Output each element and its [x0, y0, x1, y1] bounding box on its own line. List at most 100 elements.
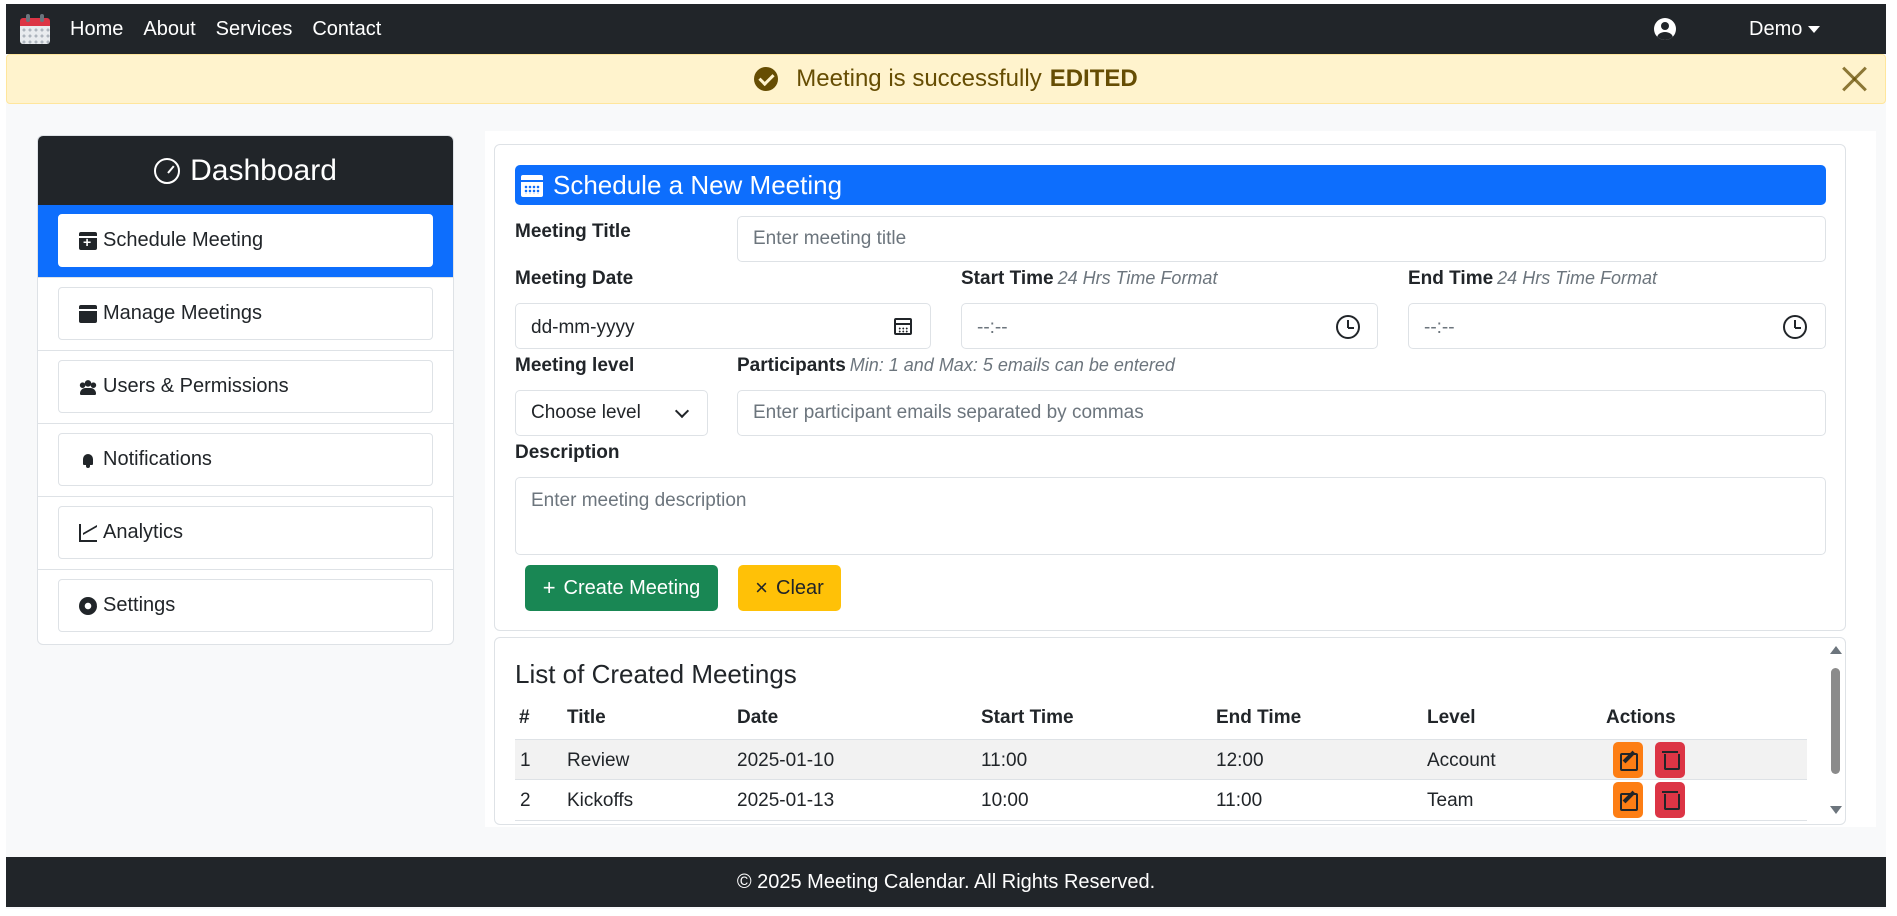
- sidebar-item-analytics: Analytics: [38, 497, 453, 570]
- participants-input[interactable]: [737, 390, 1826, 436]
- start-time-hint: 24 Hrs Time Format: [1057, 268, 1218, 288]
- column-header: #: [519, 707, 530, 728]
- start-time-label-text: Start Time: [961, 268, 1054, 289]
- manage-meetings-button[interactable]: Manage Meetings: [58, 287, 433, 340]
- nav-about-link[interactable]: About: [143, 18, 195, 41]
- description-label: Description: [515, 442, 620, 463]
- start-time-label: Start Time 24 Hrs Time Format: [961, 268, 1217, 290]
- clock-icon[interactable]: [1336, 315, 1360, 339]
- user-circle-icon[interactable]: [1654, 18, 1676, 40]
- sidebar-item-label: Settings: [103, 594, 176, 616]
- table-scrollbar[interactable]: [1827, 640, 1843, 820]
- users-permissions-button[interactable]: Users & Permissions: [58, 360, 433, 413]
- settings-button[interactable]: Settings: [58, 579, 433, 632]
- scroll-down-arrow-icon[interactable]: [1830, 806, 1842, 814]
- sidebar: Dashboard Schedule Meeting Manage Meetin…: [37, 135, 454, 645]
- trash-icon[interactable]: [1655, 782, 1685, 818]
- form-header: Schedule a New Meeting: [515, 165, 1826, 205]
- end-time-input[interactable]: --:--: [1408, 303, 1826, 349]
- sidebar-item-label: Analytics: [103, 521, 184, 543]
- scrollbar-thumb[interactable]: [1831, 668, 1840, 774]
- alert-message: Meeting is successfully: [796, 65, 1042, 92]
- table-row: 2 Kickoffs 2025-01-13 10:00 11:00 Team: [515, 780, 1807, 821]
- edit-icon[interactable]: [1613, 782, 1643, 818]
- notifications-button[interactable]: Notifications: [58, 433, 433, 486]
- cell-level: Team: [1427, 790, 1474, 811]
- cell-date: 2025-01-13: [737, 790, 835, 811]
- nav-services-link[interactable]: Services: [216, 18, 293, 41]
- clear-button[interactable]: × Clear: [738, 565, 841, 611]
- meeting-title-input[interactable]: [737, 216, 1826, 262]
- sidebar-item-label: Users & Permissions: [103, 375, 289, 397]
- meeting-date-label: Meeting Date: [515, 268, 634, 289]
- cell-num: 2: [520, 790, 531, 811]
- meeting-title-label: Meeting Title: [515, 221, 631, 242]
- users-icon: [79, 377, 97, 396]
- chevron-down-icon: [674, 403, 690, 419]
- user-name: Demo: [1749, 18, 1803, 40]
- calendar-picker-icon[interactable]: [894, 318, 912, 335]
- edit-icon[interactable]: [1613, 742, 1643, 778]
- sidebar-item-label: Manage Meetings: [103, 302, 262, 324]
- column-header: End Time: [1216, 707, 1302, 728]
- column-header: Title: [567, 707, 606, 728]
- cell-title: Review: [567, 750, 630, 771]
- plus-icon: +: [542, 575, 556, 600]
- alert-emphasis: EDITED: [1049, 65, 1138, 92]
- start-time-value: --:--: [977, 317, 1008, 338]
- calendar-logo-icon[interactable]: [20, 14, 50, 44]
- caret-down-icon: [1808, 26, 1821, 33]
- footer-text: © 2025 Meeting Calendar. All Rights Rese…: [736, 870, 1156, 893]
- description-textarea[interactable]: [515, 477, 1826, 555]
- success-alert: Meeting is successfully EDITED: [6, 54, 1886, 104]
- end-time-label-text: End Time: [1408, 268, 1494, 289]
- calendar-icon: [79, 304, 97, 323]
- cell-start: 10:00: [981, 790, 1029, 811]
- top-navbar: Home About Services Contact Demo: [6, 4, 1886, 54]
- meeting-level-label: Meeting level: [515, 355, 635, 376]
- column-header: Start Time: [981, 707, 1074, 728]
- clock-icon[interactable]: [1783, 315, 1807, 339]
- start-time-input[interactable]: --:--: [961, 303, 1378, 349]
- user-dropdown[interactable]: Demo: [1749, 18, 1821, 41]
- column-header: Level: [1427, 707, 1476, 728]
- create-meeting-button[interactable]: + Create Meeting: [525, 565, 718, 611]
- sidebar-item-label: Schedule Meeting: [103, 229, 264, 251]
- cell-date: 2025-01-10: [737, 750, 835, 771]
- clear-label: Clear: [776, 576, 824, 599]
- column-header: Date: [737, 707, 779, 728]
- level-selected-value: Choose level: [531, 402, 641, 423]
- sidebar-item-manage-meetings: Manage Meetings: [38, 278, 453, 351]
- cell-start: 11:00: [981, 750, 1028, 771]
- end-time-label: End Time 24 Hrs Time Format: [1408, 268, 1657, 290]
- end-time-value: --:--: [1424, 317, 1455, 338]
- cell-level: Account: [1427, 750, 1496, 771]
- nav-contact-link[interactable]: Contact: [312, 18, 381, 41]
- form-header-title: Schedule a New Meeting: [553, 169, 843, 200]
- footer: © 2025 Meeting Calendar. All Rights Rese…: [6, 857, 1886, 907]
- analytics-button[interactable]: Analytics: [58, 506, 433, 559]
- bell-icon: [79, 451, 97, 469]
- close-icon[interactable]: [1839, 63, 1869, 93]
- calendar-icon: [521, 175, 543, 197]
- cell-num: 1: [520, 750, 531, 771]
- chart-line-icon: [79, 523, 97, 542]
- schedule-meeting-button[interactable]: Schedule Meeting: [58, 214, 433, 267]
- participants-label-text: Participants: [737, 355, 846, 376]
- cell-title: Kickoffs: [567, 790, 634, 811]
- participants-hint: Min: 1 and Max: 5 emails can be entered: [849, 355, 1175, 375]
- calendar-plus-icon: [79, 231, 97, 250]
- check-circle-icon: [754, 67, 779, 91]
- nav-home-link[interactable]: Home: [70, 18, 123, 41]
- sidebar-title: Dashboard: [190, 153, 337, 187]
- trash-icon[interactable]: [1655, 742, 1685, 778]
- end-time-hint: 24 Hrs Time Format: [1497, 268, 1658, 288]
- scroll-up-arrow-icon[interactable]: [1830, 646, 1842, 654]
- cell-end: 12:00: [1216, 750, 1264, 771]
- sidebar-item-label: Notifications: [103, 448, 212, 470]
- nav-links: Home About Services Contact: [70, 18, 401, 41]
- sidebar-item-notifications: Notifications: [38, 424, 453, 497]
- meeting-level-select[interactable]: Choose level: [515, 390, 708, 436]
- meeting-date-input[interactable]: dd-mm-yyyy: [515, 303, 931, 349]
- date-value: dd-mm-yyyy: [531, 317, 635, 338]
